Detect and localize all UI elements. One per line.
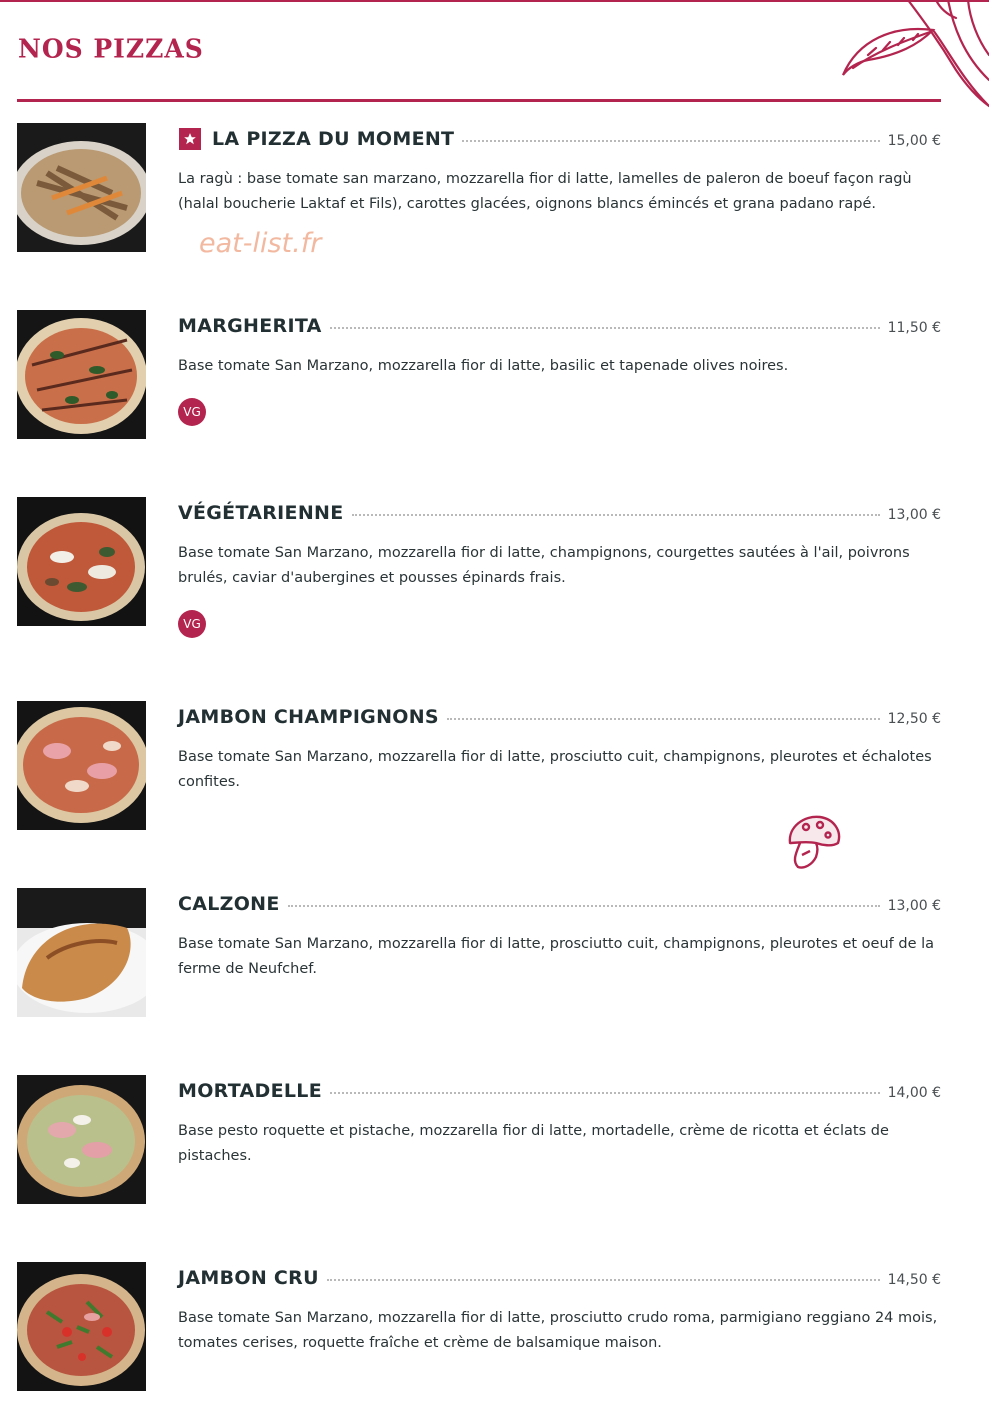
vegetarian-badge: VG bbox=[178, 610, 206, 638]
pizza-photo bbox=[17, 1075, 146, 1204]
item-name: LA PIZZA DU MOMENT bbox=[212, 128, 455, 150]
item-price: 13,00 € bbox=[887, 507, 941, 523]
item-header: LA PIZZA DU MOMENT 15,00 € bbox=[212, 128, 941, 154]
item-description: Base tomate San Marzano, mozzarella fior… bbox=[178, 1310, 938, 1351]
item-description: Base tomate San Marzano, mozzarella fior… bbox=[178, 936, 935, 977]
item-price: 14,50 € bbox=[887, 1272, 941, 1288]
menu-item: JAMBON CRU 14,50 € Base tomate San Marza… bbox=[0, 1262, 989, 1412]
item-description: Base tomate San Marzano, mozzarella fior… bbox=[178, 358, 789, 374]
item-description: Base tomate San Marzano, mozzarella fior… bbox=[178, 545, 910, 586]
item-name: MORTADELLE bbox=[178, 1080, 322, 1102]
pizza-photo bbox=[17, 497, 146, 626]
item-price: 11,50 € bbox=[887, 320, 941, 336]
menu-item: MARGHERITA 11,50 € Base tomate San Marza… bbox=[0, 310, 989, 460]
vegetarian-badge: VG bbox=[178, 398, 206, 426]
leaf-decoration-icon bbox=[841, 0, 989, 108]
item-name: MARGHERITA bbox=[178, 315, 322, 337]
watermark: eat-list.fr bbox=[199, 228, 322, 259]
item-name: VÉGÉTARIENNE bbox=[178, 502, 344, 524]
pizza-photo bbox=[17, 1262, 146, 1391]
dot-leader bbox=[326, 1279, 880, 1281]
item-header: VÉGÉTARIENNE 13,00 € bbox=[178, 502, 941, 528]
item-description: La ragù : base tomate san marzano, mozza… bbox=[178, 171, 912, 212]
item-header: CALZONE 13,00 € bbox=[178, 893, 941, 919]
dot-leader bbox=[446, 718, 880, 720]
item-name: JAMBON CRU bbox=[178, 1267, 319, 1289]
pizza-photo bbox=[17, 701, 146, 830]
item-header: MARGHERITA 11,50 € bbox=[178, 315, 941, 341]
mushroom-icon bbox=[788, 815, 841, 869]
item-header: MORTADELLE 14,00 € bbox=[178, 1080, 941, 1106]
menu-item: MORTADELLE 14,00 € Base pesto roquette e… bbox=[0, 1075, 989, 1225]
dot-leader bbox=[329, 1092, 880, 1094]
title-divider bbox=[17, 99, 941, 102]
dot-leader bbox=[329, 327, 880, 329]
featured-star-icon bbox=[179, 128, 201, 150]
item-description: Base pesto roquette et pistache, mozzare… bbox=[178, 1123, 889, 1164]
section-title: NOS PIZZAS bbox=[18, 33, 204, 64]
dot-leader bbox=[287, 905, 880, 907]
menu-item: CALZONE 13,00 € Base tomate San Marzano,… bbox=[0, 888, 989, 1038]
dot-leader bbox=[462, 140, 880, 142]
pizza-photo bbox=[17, 123, 146, 252]
dot-leader bbox=[351, 514, 880, 516]
item-description: Base tomate San Marzano, mozzarella fior… bbox=[178, 749, 932, 790]
item-header: JAMBON CHAMPIGNONS 12,50 € bbox=[178, 706, 941, 732]
pizza-photo bbox=[17, 310, 146, 439]
menu-item: LA PIZZA DU MOMENT 15,00 € La ragù : bas… bbox=[0, 123, 989, 273]
item-name: CALZONE bbox=[178, 893, 280, 915]
item-price: 12,50 € bbox=[887, 711, 941, 727]
item-price: 13,00 € bbox=[887, 898, 941, 914]
item-price: 15,00 € bbox=[887, 133, 941, 149]
item-name: JAMBON CHAMPIGNONS bbox=[178, 706, 439, 728]
item-header: JAMBON CRU 14,50 € bbox=[178, 1267, 941, 1293]
pizza-photo bbox=[17, 888, 146, 1017]
item-price: 14,00 € bbox=[887, 1085, 941, 1101]
menu-item: VÉGÉTARIENNE 13,00 € Base tomate San Mar… bbox=[0, 497, 989, 647]
